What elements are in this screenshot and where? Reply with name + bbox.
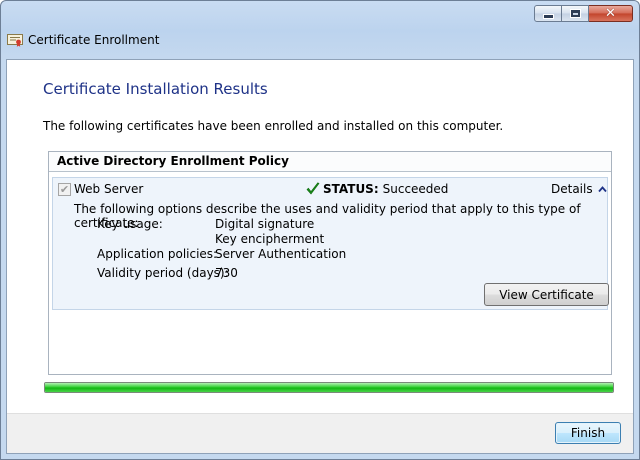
close-icon: ✕ xyxy=(605,6,616,21)
intro-text: The following certificates have been enr… xyxy=(43,119,504,133)
certificate-result-panel: ✔ Web Server STATUS: Succeeded Details T… xyxy=(52,177,609,310)
wizard-content: Certificate Installation Results The fol… xyxy=(6,59,634,454)
status-label: STATUS: xyxy=(323,182,379,196)
key-usage-value: Digital signature xyxy=(215,217,315,231)
checkmark-icon: ✔ xyxy=(59,182,70,196)
progress-fill xyxy=(45,383,613,392)
status-value: Succeeded xyxy=(382,182,449,196)
chevron-up-icon xyxy=(597,185,607,192)
certificate-name: Web Server xyxy=(74,182,144,196)
application-policies-value: Server Authentication xyxy=(215,247,347,261)
dialog-window: ✕ Certificate Enrollment Certificate Ins… xyxy=(0,0,640,460)
progress-bar xyxy=(44,382,614,393)
maximize-icon xyxy=(569,9,581,18)
close-button[interactable]: ✕ xyxy=(589,5,633,22)
certificate-icon xyxy=(7,34,23,47)
key-usage-value: Key encipherment xyxy=(215,232,325,246)
validity-period-label: Validity period (days): xyxy=(97,266,229,280)
page-title: Certificate Installation Results xyxy=(43,80,268,98)
wizard-footer: Finish xyxy=(7,413,633,453)
key-usage-label: Key usage: xyxy=(97,217,163,231)
status-indicator: STATUS: Succeeded xyxy=(306,182,448,196)
enrollment-policy-list: Active Directory Enrollment Policy ✔ Web… xyxy=(48,151,612,375)
finish-button[interactable]: Finish xyxy=(555,422,621,444)
window-title: Certificate Enrollment xyxy=(28,33,160,47)
certificate-checkbox[interactable]: ✔ xyxy=(58,182,71,196)
details-label: Details xyxy=(551,182,593,196)
validity-period-value: 730 xyxy=(215,266,238,280)
view-certificate-button[interactable]: View Certificate xyxy=(484,283,609,306)
minimize-button[interactable] xyxy=(534,5,562,22)
minimize-icon xyxy=(542,14,554,19)
application-policies-label: Application policies: xyxy=(97,247,218,261)
success-check-icon xyxy=(306,182,320,195)
certificate-row: ✔ Web Server xyxy=(58,182,143,196)
details-toggle[interactable]: Details xyxy=(551,182,607,196)
title-bar[interactable]: ✕ xyxy=(1,1,639,31)
policy-header: Active Directory Enrollment Policy xyxy=(49,152,611,172)
maximize-button[interactable] xyxy=(562,5,589,22)
